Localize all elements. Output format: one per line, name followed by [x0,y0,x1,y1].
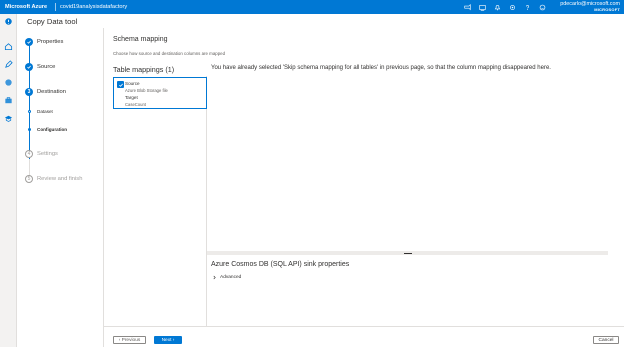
step-settings[interactable]: 4 Settings [25,150,58,158]
left-rail [0,14,17,347]
step-configuration[interactable]: Configuration [28,127,67,132]
chevron-right-icon [213,275,216,280]
checkbox-checked-icon[interactable] [117,81,124,88]
step-label: Configuration [37,127,68,132]
monitor-icon[interactable] [3,77,14,88]
brand-label[interactable]: Microsoft Azure [0,4,51,10]
step-label: Review and finish [37,176,83,182]
step-number: 4 [25,150,33,158]
help-icon[interactable] [522,1,532,13]
step-review[interactable]: 5 Review and finish [25,175,82,183]
step-dot-icon [28,128,31,131]
feedback-icon[interactable] [462,1,472,13]
author-pencil-icon[interactable] [3,59,14,70]
page-title: Copy Data tool [27,17,78,26]
manage-toolbox-icon[interactable] [3,95,14,106]
collapse-icon[interactable] [3,16,14,27]
pane-splitter[interactable] [207,251,608,255]
notifications-icon[interactable] [492,1,502,13]
previous-button[interactable]: ‹ Previous [113,336,146,344]
section-description: Choose how source and destination column… [113,51,226,56]
mapping-target-value: CaseCount [125,102,146,107]
step-source[interactable]: Source [25,63,55,71]
directory-icon[interactable] [477,1,487,13]
wizard-footer: ‹ Previous Next › Cancel [104,326,624,347]
user-account[interactable]: pdecarlo@microsoft.com MICROSOFT [560,1,620,13]
next-button[interactable]: Next › [154,336,182,344]
cancel-button[interactable]: Cancel [593,336,619,344]
settings-icon[interactable] [507,1,517,13]
user-org: MICROSOFT [594,7,620,12]
splitter-grip-icon[interactable] [404,252,412,254]
learning-center-icon[interactable] [3,113,14,124]
mapping-target-label: Target [125,95,138,100]
step-number: 3 [25,88,33,96]
sink-properties-title: Azure Cosmos DB (SQL API) sink propertie… [211,261,350,268]
step-number: 5 [25,175,33,183]
mapping-source-label: Source [125,81,140,86]
smile-icon[interactable] [537,1,547,13]
step-dataset[interactable]: Dataset [28,109,53,114]
step-properties[interactable]: Properties [25,38,63,46]
advanced-expander[interactable]: Advanced [212,275,241,280]
table-mappings-label: Table mappings (1) [113,65,175,74]
step-label: Source [37,64,56,70]
checkmark-icon [25,63,33,71]
wizard-steps: Properties Source 3 Destination Dataset … [17,28,104,347]
mapping-source-value: Azure Blob Storage file [125,88,168,93]
top-bar-icons [462,1,547,13]
home-icon[interactable] [3,41,14,52]
top-bar: Microsoft Azure covid19analysisdatafacto… [0,0,624,14]
table-mapping-item[interactable]: Source Azure Blob Storage file Target Ca… [113,77,207,109]
factory-name[interactable]: covid19analysisdatafactory [60,4,127,10]
step-label: Properties [37,39,64,45]
checkmark-icon [25,38,33,46]
step-destination[interactable]: 3 Destination [25,88,66,96]
separator [55,3,56,11]
step-label: Destination [37,89,67,95]
step-dot-icon [28,110,31,113]
skip-mapping-message: You have already selected 'Skip schema m… [211,65,551,71]
step-label: Settings [37,151,58,157]
section-title: Schema mapping [113,36,168,43]
advanced-label: Advanced [220,275,242,280]
table-mappings-list: Source Azure Blob Storage file Target Ca… [112,76,207,327]
step-label: Dataset [37,109,53,114]
